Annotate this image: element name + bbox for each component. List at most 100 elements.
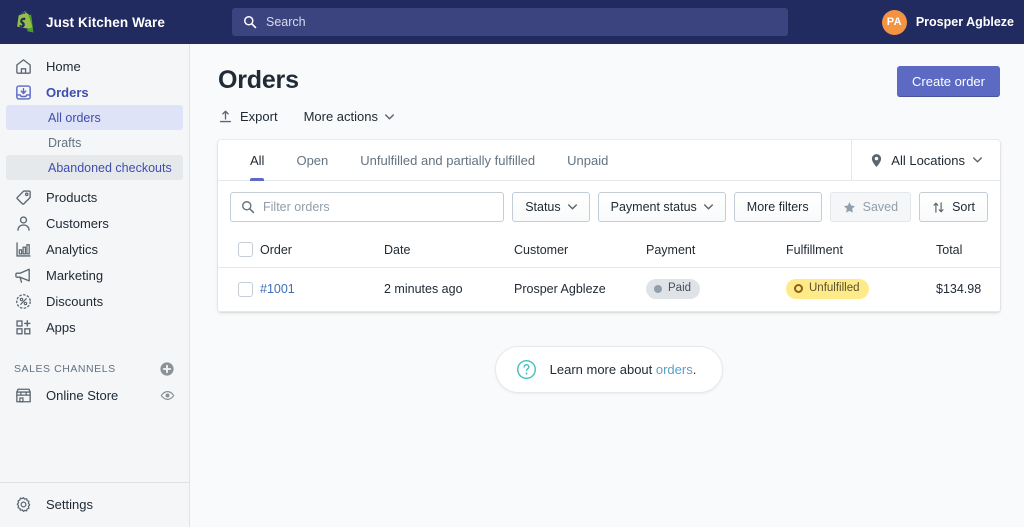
filter-orders-field[interactable] [230,192,505,222]
sidebar-item-orders[interactable]: Orders [6,79,183,105]
chevron-down-icon [385,113,394,120]
plus-circle-icon[interactable] [159,361,175,377]
chevron-down-icon [567,204,577,210]
person-icon [17,215,30,231]
global-search-placeholder: Search [266,15,306,29]
tab-label: All [250,153,265,168]
sidebar-subitem-drafts[interactable]: Drafts [6,130,183,155]
tag-icon [16,189,31,205]
order-fulfillment-cell: Unfulfilled [786,267,936,312]
sidebar-item-apps[interactable]: Apps [6,314,183,340]
star-icon [843,201,855,213]
export-button[interactable]: Export [218,109,278,124]
help-banner: Learn more about orders. [494,346,724,393]
sort-label: Sort [952,200,975,214]
sort-arrows-icon [933,201,944,213]
sidebar-item-label: Apps [46,319,76,335]
avatar: PA [881,9,907,35]
help-text: Learn more about orders. [550,362,697,377]
gear-icon [16,496,31,512]
help-orders-link[interactable]: orders [656,362,693,377]
column-header-payment[interactable]: Payment [646,233,786,268]
user-name: Prosper Agbleze [915,15,1014,29]
create-order-button[interactable]: Create order [897,66,1000,97]
status-badge-label: Unfulfilled [809,282,860,294]
bar-chart-icon [16,241,31,257]
tab-all[interactable]: All [234,140,280,181]
tab-label: Open [296,153,329,168]
sidebar-subitem-label: Abandoned checkouts [48,160,172,175]
megaphone-icon [15,268,30,283]
locations-label: All Locations [891,152,965,168]
sidebar-subitem-all-orders[interactable]: All orders [6,105,183,130]
chevron-down-icon [973,157,982,163]
sidebar-subitem-abandoned-checkouts[interactable]: Abandoned checkouts [6,155,183,180]
status-badge-label: Paid [668,282,692,294]
sidebar-item-customers[interactable]: Customers [6,210,183,236]
chevron-down-icon [703,204,713,210]
main-content: Orders Export More actions Create order … [190,44,1024,527]
sidebar-item-marketing[interactable]: Marketing [6,262,183,288]
status-dot-icon [654,284,662,293]
tab-label: Unpaid [567,153,609,168]
saved-filters-button[interactable]: Saved [829,192,912,222]
storefront-icon [16,388,31,403]
sidebar-item-label: Products [46,189,98,205]
select-all-header [218,233,260,268]
tab-unfulfilled-and-partially-fulfilled[interactable]: Unfulfilled and partially fulfilled [344,140,551,180]
payment-status-filter-label: Payment status [610,200,697,214]
question-circle-icon [516,360,536,379]
column-header-customer[interactable]: Customer [514,233,646,268]
top-bar: Just Kitchen Ware Search PA Prosper Agbl… [0,0,1024,44]
discount-percent-icon [16,293,31,309]
status-badge-unfulfilled: Unfulfilled [786,279,869,299]
brand-area[interactable]: Just Kitchen Ware [0,10,190,34]
sidebar-item-analytics[interactable]: Analytics [6,236,183,262]
sidebar-item-label: Discounts [46,293,104,309]
column-header-order[interactable]: Order [260,233,384,268]
select-all-checkbox[interactable] [238,242,253,257]
status-filter-button[interactable]: Status [512,192,590,222]
column-header-date[interactable]: Date [384,233,514,268]
eye-icon[interactable] [160,388,175,403]
user-menu[interactable]: PA Prosper Agbleze [881,9,1024,35]
sidebar-item-online-store[interactable]: Online Store [6,382,183,409]
column-header-fulfillment[interactable]: Fulfillment [786,233,936,268]
location-pin-icon [872,153,882,167]
sidebar-item-label: Marketing [46,267,104,283]
apps-grid-plus-icon [16,319,31,334]
locations-dropdown[interactable]: All Locations [851,140,1000,180]
global-search-input[interactable]: Search [232,8,788,36]
order-number-link[interactable]: #1001 [260,282,295,296]
status-filter-label: Status [525,200,561,214]
tab-unpaid[interactable]: Unpaid [551,140,624,180]
sidebar: Home Orders All orders Drafts Abandoned … [0,44,190,527]
status-badge-paid: Paid [646,279,701,299]
table-row[interactable]: #1001 2 minutes ago Prosper Agbleze Paid [218,267,1000,312]
sidebar-footer: Settings [0,482,189,527]
page-header-left: Orders Export More actions [218,66,394,124]
payment-status-filter-button[interactable]: Payment status [597,192,726,222]
sort-button[interactable]: Sort [919,192,988,222]
sidebar-item-settings[interactable]: Settings [6,491,183,517]
more-filters-button[interactable]: More filters [733,192,822,222]
order-customer-cell: Prosper Agbleze [514,267,646,312]
sidebar-item-products[interactable]: Products [6,184,183,210]
tab-open[interactable]: Open [280,140,344,180]
orders-table-body: #1001 2 minutes ago Prosper Agbleze Paid [218,267,1000,312]
filter-orders-input[interactable] [263,200,494,214]
column-header-total[interactable]: Total [936,233,1000,268]
order-tabs: All Open Unfulfilled and partially fulfi… [218,140,851,181]
sidebar-item-label: Home [46,58,81,74]
saved-filters-label: Saved [862,200,899,214]
sidebar-item-home[interactable]: Home [6,53,183,79]
export-upload-icon [219,110,232,123]
sales-channels-title: SALES CHANNELS [14,363,116,375]
row-checkbox[interactable] [238,281,253,297]
more-actions-button[interactable]: More actions [304,109,394,124]
orders-inbox-icon [16,84,31,100]
shopify-admin-window: Just Kitchen Ware Search PA Prosper Agbl… [0,0,1024,527]
sidebar-item-label: Settings [46,496,93,512]
sidebar-item-discounts[interactable]: Discounts [6,288,183,314]
home-icon [16,58,31,74]
